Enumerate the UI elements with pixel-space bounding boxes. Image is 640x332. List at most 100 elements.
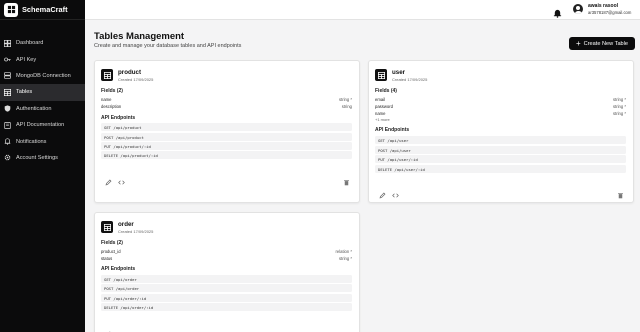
endpoint-delete: DELETE /api/order/:id: [101, 303, 352, 311]
table-icon: [101, 69, 113, 81]
card-actions: [375, 186, 626, 199]
field-type: string *: [612, 104, 626, 109]
field-row: password string *: [375, 104, 626, 110]
bell-icon: [4, 138, 11, 145]
user-name: awais rasool: [588, 3, 619, 9]
code-icon[interactable]: [392, 186, 399, 198]
edit-icon[interactable]: [379, 186, 386, 199]
card-actions: [101, 173, 352, 186]
endpoint-put: PUT /api/order/:id: [101, 294, 352, 302]
field-type: string *: [338, 97, 352, 102]
page-subtitle: Create and manage your database tables a…: [94, 43, 242, 49]
field-row: email string *: [375, 97, 626, 103]
sidebar-item-label: API Key: [16, 56, 37, 63]
table-name: product: [118, 69, 142, 76]
created-date: Created 17/09/2025: [392, 77, 428, 82]
table-card-user: user Created 17/09/2025 Fields (4) email…: [368, 60, 634, 203]
fields-heading: Fields (2): [101, 240, 123, 246]
sidebar-item-tables[interactable]: Tables: [0, 84, 85, 101]
field-name: name: [101, 97, 112, 102]
notification-bell-icon[interactable]: [553, 5, 562, 18]
field-type: string *: [612, 111, 626, 116]
code-icon[interactable]: [118, 325, 125, 332]
fields-heading: Fields (2): [101, 88, 123, 94]
endpoint-delete: DELETE /api/user/:id: [375, 165, 626, 173]
table-icon: [4, 88, 11, 96]
endpoint-delete: DELETE /api/product/:id: [101, 151, 352, 159]
sidebar-item-account-settings[interactable]: Account Settings: [0, 150, 85, 166]
field-name: password: [375, 104, 393, 109]
sidebar: SchemaCraft Dashboard API Key MongoDB Co…: [0, 0, 85, 332]
dashboard-icon: [4, 39, 11, 47]
endpoint-put: PUT /api/product/:id: [101, 142, 352, 150]
database-icon: [4, 72, 11, 80]
field-row: status string *: [101, 256, 352, 262]
created-date: Created 17/09/2025: [118, 229, 154, 234]
card-actions: [101, 325, 352, 332]
api-endpoints-heading: API Endpoints: [101, 266, 136, 272]
table-card-product: product Created 17/09/2025 Fields (2) na…: [94, 60, 360, 203]
endpoint-post: POST /api/product: [101, 133, 352, 141]
field-type: string: [341, 104, 352, 109]
sidebar-item-api-key[interactable]: API Key: [0, 51, 85, 67]
field-row: description string: [101, 104, 352, 110]
field-name: description: [101, 104, 122, 109]
sidebar-item-label: Notifications: [16, 138, 47, 145]
field-type: string *: [612, 97, 626, 102]
field-row: name string *: [375, 111, 626, 117]
sidebar-item-authentication[interactable]: Authentication: [0, 101, 85, 117]
more-fields-link[interactable]: +1 more: [375, 117, 390, 122]
delete-icon[interactable]: [343, 325, 350, 332]
table-card-order: order Created 17/09/2025 Fields (2) prod…: [94, 212, 360, 332]
edit-icon[interactable]: [105, 173, 112, 186]
endpoint-get: GET /api/order: [101, 275, 352, 283]
page-title: Tables Management: [94, 31, 185, 42]
field-name: product_id: [101, 249, 121, 254]
field-name: name: [375, 111, 386, 116]
plus-icon: +: [575, 38, 581, 48]
sidebar-item-dashboard[interactable]: Dashboard: [0, 35, 85, 51]
endpoint-get: GET /api/user: [375, 136, 626, 144]
table-icon: [375, 69, 387, 81]
fields-heading: Fields (4): [375, 88, 397, 94]
sidebar-item-mongodb-connection[interactable]: MongoDB Connection: [0, 68, 85, 84]
table-name: user: [392, 69, 406, 76]
field-type: relation *: [335, 249, 352, 254]
book-icon: [4, 121, 11, 129]
sidebar-nav: Dashboard API Key MongoDB Connection Tab…: [0, 35, 85, 166]
table-name: order: [118, 221, 134, 228]
field-name: email: [375, 97, 386, 102]
created-date: Created 17/09/2025: [118, 77, 154, 82]
logo-icon: [4, 2, 18, 17]
sidebar-item-label: API Documentation: [16, 122, 65, 129]
key-icon: [4, 56, 11, 63]
app-name: SchemaCraft: [22, 5, 68, 14]
field-row: product_id relation *: [101, 249, 352, 255]
sidebar-item-label: Tables: [16, 89, 33, 96]
shield-icon: [4, 105, 11, 112]
avatar[interactable]: [573, 4, 583, 14]
delete-icon[interactable]: [617, 186, 624, 199]
sidebar-item-label: Dashboard: [16, 40, 44, 47]
field-type: string *: [338, 256, 352, 261]
table-icon: [101, 221, 113, 233]
sidebar-item-api-documentation[interactable]: API Documentation: [0, 117, 85, 133]
endpoint-put: PUT /api/user/:id: [375, 155, 626, 163]
endpoint-post: POST /api/user: [375, 146, 626, 154]
sidebar-item-notifications[interactable]: Notifications: [0, 133, 85, 149]
create-button-label: Create New Table: [583, 40, 629, 47]
api-endpoints-heading: API Endpoints: [101, 115, 136, 121]
api-endpoints-heading: API Endpoints: [375, 127, 410, 133]
code-icon[interactable]: [118, 173, 125, 185]
gear-icon: [4, 154, 11, 161]
edit-icon[interactable]: [105, 325, 112, 332]
top-bar: awais rasool ar3578187@gmail.com: [85, 0, 640, 20]
field-name: status: [101, 256, 113, 261]
create-new-table-button[interactable]: + Create New Table: [569, 37, 635, 50]
sidebar-item-label: Account Settings: [16, 154, 58, 161]
sidebar-item-label: MongoDB Connection: [16, 72, 71, 79]
brand[interactable]: SchemaCraft: [0, 0, 85, 20]
user-email: ar3578187@gmail.com: [588, 10, 632, 15]
endpoint-get: GET /api/product: [101, 123, 352, 131]
delete-icon[interactable]: [343, 173, 350, 186]
